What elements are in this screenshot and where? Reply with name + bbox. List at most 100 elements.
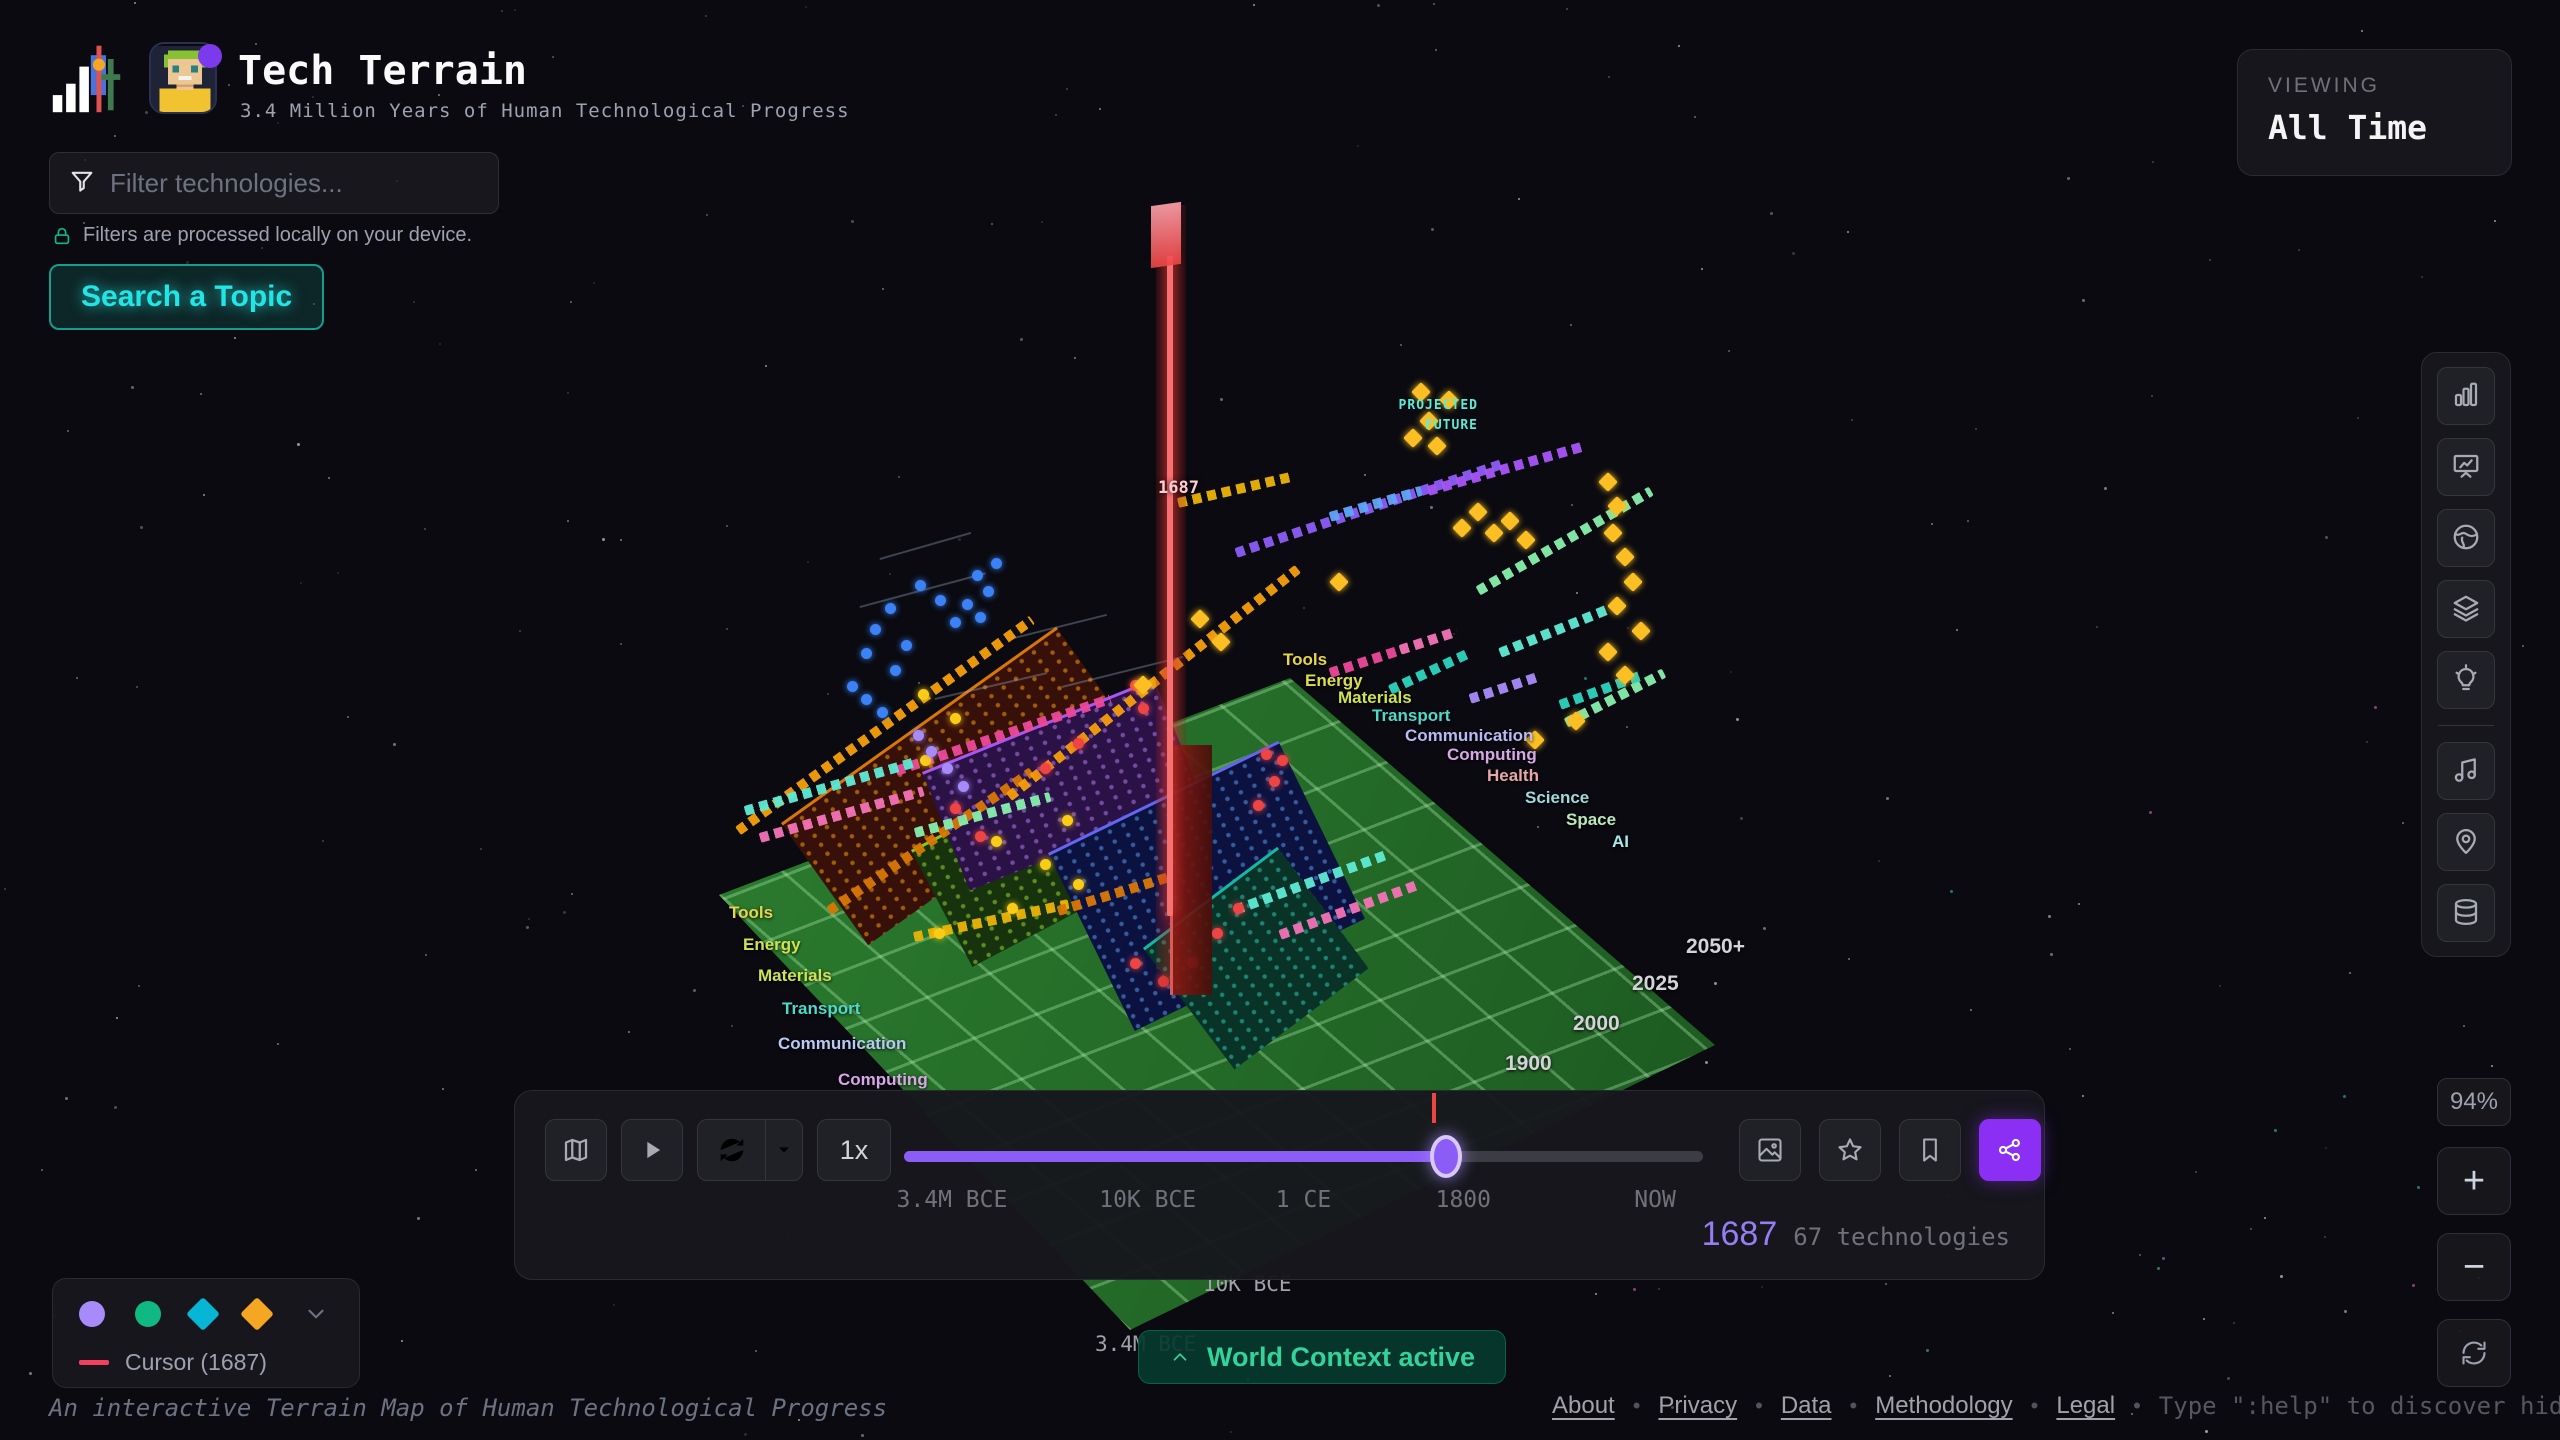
timeline-slider-fill	[904, 1151, 1446, 1162]
legend-symbol-circle	[135, 1301, 161, 1327]
timeline-slider-track[interactable]	[904, 1093, 1703, 1178]
cursor-line-swatch	[79, 1360, 109, 1365]
toolbar-divider	[2438, 725, 2494, 726]
play-button[interactable]	[621, 1119, 683, 1181]
timeline-tick-label: NOW	[1634, 1187, 1676, 1213]
filter-box[interactable]	[49, 152, 499, 214]
category-label-far: Tools	[1283, 650, 1328, 669]
bar-chart-button[interactable]	[2437, 367, 2495, 425]
zoom-out-button[interactable]: −	[2437, 1233, 2511, 1301]
funnel-icon	[68, 167, 96, 200]
data-point	[1452, 518, 1472, 538]
data-point	[990, 835, 1002, 847]
music-button[interactable]	[2437, 742, 2495, 800]
data-point	[1137, 702, 1149, 714]
data-point	[1252, 799, 1264, 811]
share-button[interactable]	[1979, 1119, 2041, 1181]
zoom-percent-badge: 94%	[2437, 1078, 2511, 1126]
loop-button[interactable]	[698, 1120, 766, 1180]
playback-control-bar: 1x 3.4M BCE 10K BCE 1 CE 1800 NOW 1687 67 te…	[514, 1090, 2045, 1280]
footer-separator: •	[2030, 1393, 2039, 1418]
data-point	[974, 611, 986, 623]
category-label-near: Materials	[758, 966, 832, 985]
footer-link-data[interactable]: Data	[1781, 1392, 1832, 1420]
milestone-chain	[1468, 672, 1539, 704]
app-logo	[49, 38, 125, 118]
category-label-near: Tools	[729, 903, 774, 922]
time-cursor-line[interactable]	[1167, 256, 1173, 916]
chevron-down-icon[interactable]	[303, 1301, 329, 1327]
category-label-far: Transport	[1372, 706, 1451, 725]
technology-count: 67 technologies	[1793, 1223, 2010, 1251]
data-point	[876, 706, 888, 718]
data-point	[933, 927, 945, 939]
music-icon	[2451, 755, 2481, 788]
favorite-button[interactable]	[1819, 1119, 1881, 1181]
data-point	[1598, 472, 1618, 492]
bookmark-button[interactable]	[1899, 1119, 1961, 1181]
time-axis-label: 2025	[1632, 972, 1679, 995]
data-point	[912, 729, 924, 741]
footer-tagline: An interactive Terrain Map of Human Tech…	[49, 1394, 888, 1422]
data-point	[1072, 737, 1084, 749]
legend-symbol-diamond	[240, 1297, 274, 1331]
category-label-near: Computing	[838, 1070, 928, 1089]
data-point	[1598, 642, 1618, 662]
data-point	[917, 688, 929, 700]
milestone-chain	[1328, 486, 1423, 522]
timeline-tick-label: 3.4M BCE	[896, 1187, 1008, 1213]
layers-button[interactable]	[2437, 580, 2495, 638]
data-point	[1190, 609, 1210, 629]
privacy-note-text: Filters are processed locally on your de…	[83, 224, 473, 246]
time-cursor-cap	[1151, 201, 1181, 269]
timeline-slider-thumb[interactable]	[1429, 1093, 1462, 1178]
lightbulb-button[interactable]	[2437, 651, 2495, 709]
location-pin-button[interactable]	[2437, 813, 2495, 871]
footer-link-legal[interactable]: Legal	[2056, 1392, 2115, 1420]
map-view-button[interactable]	[545, 1119, 607, 1181]
snapshot-button[interactable]	[1739, 1119, 1801, 1181]
view-mode-toolbar	[2421, 352, 2511, 957]
database-button[interactable]	[2437, 884, 2495, 942]
playback-speed-button[interactable]: 1x	[817, 1119, 891, 1181]
data-point	[1232, 902, 1244, 914]
data-point	[1603, 523, 1623, 543]
data-point	[1039, 762, 1051, 774]
data-point	[1268, 775, 1280, 787]
data-point	[925, 745, 937, 757]
filter-input[interactable]	[110, 167, 480, 199]
data-point	[889, 664, 901, 676]
category-label-far: Science	[1525, 788, 1590, 807]
zoom-in-button[interactable]: +	[2437, 1147, 2511, 1215]
footer-link-about[interactable]: About	[1552, 1392, 1615, 1420]
data-point	[957, 780, 969, 792]
footer-link-methodology[interactable]: Methodology	[1875, 1392, 2012, 1420]
data-point	[1211, 927, 1223, 939]
footer-separator: •	[1849, 1393, 1858, 1418]
footer-link-privacy[interactable]: Privacy	[1658, 1392, 1737, 1420]
legend-symbols	[79, 1297, 333, 1331]
loop-split-button	[697, 1119, 803, 1181]
timeline-tick-label: 10K BCE	[1099, 1187, 1197, 1213]
world-context-button[interactable]: World Context active	[1138, 1330, 1507, 1384]
data-point	[971, 569, 983, 581]
time-cursor-wall	[1170, 745, 1212, 995]
footer-links: About • Privacy • Data • Methodology • Legal • Typ…	[1552, 1392, 2560, 1420]
layers-icon	[2451, 593, 2481, 626]
presentation-icon	[2451, 451, 2481, 484]
search-topic-button[interactable]: Search a Topic	[49, 264, 325, 330]
data-point	[941, 762, 953, 774]
presentation-button[interactable]	[2437, 438, 2495, 496]
reset-view-button[interactable]	[2437, 1319, 2511, 1387]
viewing-value: All Time	[2268, 108, 2427, 147]
globe-button[interactable]	[2437, 509, 2495, 567]
loop-options-chevron[interactable]	[766, 1120, 802, 1180]
category-label-far: Communication	[1405, 726, 1534, 745]
data-point	[884, 602, 896, 614]
data-point	[1329, 572, 1349, 592]
legend-panel: Cursor (1687)	[52, 1278, 360, 1388]
data-point	[1623, 572, 1643, 592]
world-context-label: World Context active	[1207, 1341, 1476, 1372]
guide-line	[879, 531, 972, 560]
data-point	[1500, 511, 1520, 531]
